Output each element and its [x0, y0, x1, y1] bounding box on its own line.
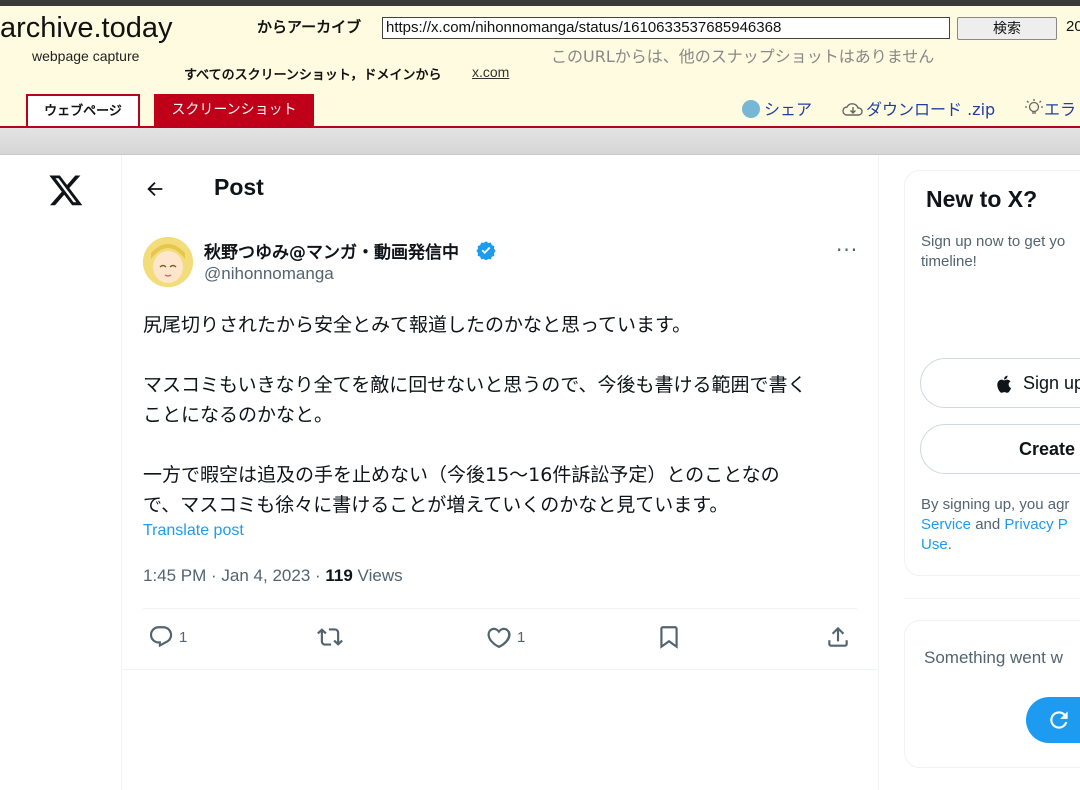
share-icon	[742, 100, 760, 118]
cloud-download-icon	[842, 103, 863, 116]
tweet-text-line: 一方で暇空は追及の手を止めない（今後15〜16件訴訟予定）とのことなの	[143, 464, 780, 486]
terms-end: .	[947, 536, 952, 553]
more-options-icon[interactable]: ···	[836, 238, 858, 262]
avatar[interactable]	[143, 237, 193, 287]
like-button[interactable]: 1	[486, 624, 525, 654]
tweet-text-line: ことになるのかなと。	[143, 404, 334, 426]
user-handle[interactable]: @nihonnomanga	[204, 264, 334, 284]
tab-webpage[interactable]: ウェブページ	[26, 94, 140, 126]
back-arrow-icon[interactable]	[144, 178, 166, 200]
retry-button[interactable]	[1026, 697, 1080, 743]
archive-separator-band	[0, 128, 1080, 155]
views-label: Views	[352, 566, 403, 585]
terms-of-service-link[interactable]: Service	[921, 516, 971, 533]
reply-count: 1	[179, 628, 188, 646]
privacy-policy-link[interactable]: Privacy P	[1004, 516, 1067, 533]
upload-share-icon	[828, 626, 848, 647]
repost-icon	[317, 628, 343, 646]
reply-button[interactable]: 1	[148, 624, 187, 654]
share-link[interactable]: シェア	[742, 96, 812, 120]
search-button[interactable]: 検索	[957, 17, 1057, 40]
tweet-text-line: 尻尾切りされたから安全とみて報道したのかなと思っています。	[143, 314, 692, 336]
post-timestamp: 1:45 PM · Jan 4, 2023 · 119 Views	[143, 566, 403, 586]
domain-link[interactable]: x.com	[472, 64, 509, 80]
tab-screenshot[interactable]: スクリーンショット	[154, 94, 314, 126]
page-title: Post	[214, 174, 264, 200]
year-selector[interactable]: 20	[1066, 18, 1080, 35]
report-label: エラ	[1044, 100, 1077, 119]
terms-notice: By signing up, you agr Service and Priva…	[921, 495, 1069, 555]
column-border-left	[121, 155, 122, 790]
apple-icon	[997, 375, 1011, 393]
x-logo-icon[interactable]	[48, 172, 84, 208]
create-account-label: Create	[1019, 439, 1076, 459]
like-count: 1	[517, 628, 526, 646]
terms-and: and	[971, 516, 1005, 533]
download-zip-link[interactable]: ダウンロード .zip	[842, 96, 995, 120]
refresh-icon	[1050, 711, 1068, 729]
signup-desc-line: timeline!	[921, 253, 977, 270]
timestamp-text[interactable]: 1:45 PM · Jan 4, 2023 ·	[143, 566, 325, 585]
archive-from-label: からアーカイブ	[257, 18, 362, 36]
error-message: Something went w	[924, 648, 1063, 667]
lightbulb-icon	[1025, 99, 1043, 114]
no-other-snapshots-notice: このURLからは、他のスナップショットはありません	[551, 47, 935, 66]
reply-icon	[149, 626, 173, 648]
verified-badge-icon[interactable]	[476, 240, 496, 260]
archive-url-input[interactable]: https://x.com/nihonnomanga/status/161063…	[382, 17, 950, 39]
divider	[904, 598, 1080, 599]
error-card	[904, 620, 1080, 768]
divider	[122, 669, 878, 670]
bookmark-icon	[660, 626, 678, 649]
download-label: ダウンロード .zip	[866, 100, 996, 119]
apple-signup-button[interactable]: Sign up	[920, 358, 1080, 408]
tweet-text-line: マスコミもいきなり全てを敵に回せないと思うので、今後も書ける範囲で書く	[143, 374, 807, 396]
signup-desc-line: Sign up now to get yo	[921, 233, 1066, 250]
display-name[interactable]: 秋野つゆみ@マンガ・動画発信中	[204, 238, 459, 263]
use-link[interactable]: Use	[921, 536, 948, 553]
all-screenshots-label: すべてのスクリーンショット，ドメインから	[184, 68, 442, 83]
translate-post-link[interactable]: Translate post	[143, 522, 244, 540]
heart-icon	[487, 627, 511, 649]
share-post-button[interactable]	[825, 624, 851, 654]
create-account-button[interactable]: Create	[920, 424, 1080, 474]
signup-description: Sign up now to get yo timeline!	[921, 232, 1065, 272]
terms-line: Service and Privacy P	[921, 515, 1069, 535]
divider	[143, 608, 857, 609]
signup-title: New to X?	[926, 186, 1038, 212]
bookmark-button[interactable]	[656, 624, 682, 654]
tweet-text-line: で、マスコミも徐々に書けることが増えていくのかなと見ています。	[143, 494, 729, 516]
terms-line: By signing up, you agr	[921, 496, 1070, 513]
views-count: 119	[325, 566, 353, 585]
avatar-illustration-icon	[143, 237, 193, 287]
apple-signup-label: Sign up	[1023, 373, 1080, 393]
archive-logo-subtitle: webpage capture	[32, 48, 140, 64]
repost-button[interactable]	[317, 624, 343, 654]
share-label: シェア	[764, 100, 813, 119]
archive-logo[interactable]: archive.today	[0, 12, 173, 45]
terms-line: Use.	[921, 535, 1069, 555]
column-border-right	[878, 155, 879, 790]
report-error-link[interactable]: エラ	[1024, 96, 1076, 120]
